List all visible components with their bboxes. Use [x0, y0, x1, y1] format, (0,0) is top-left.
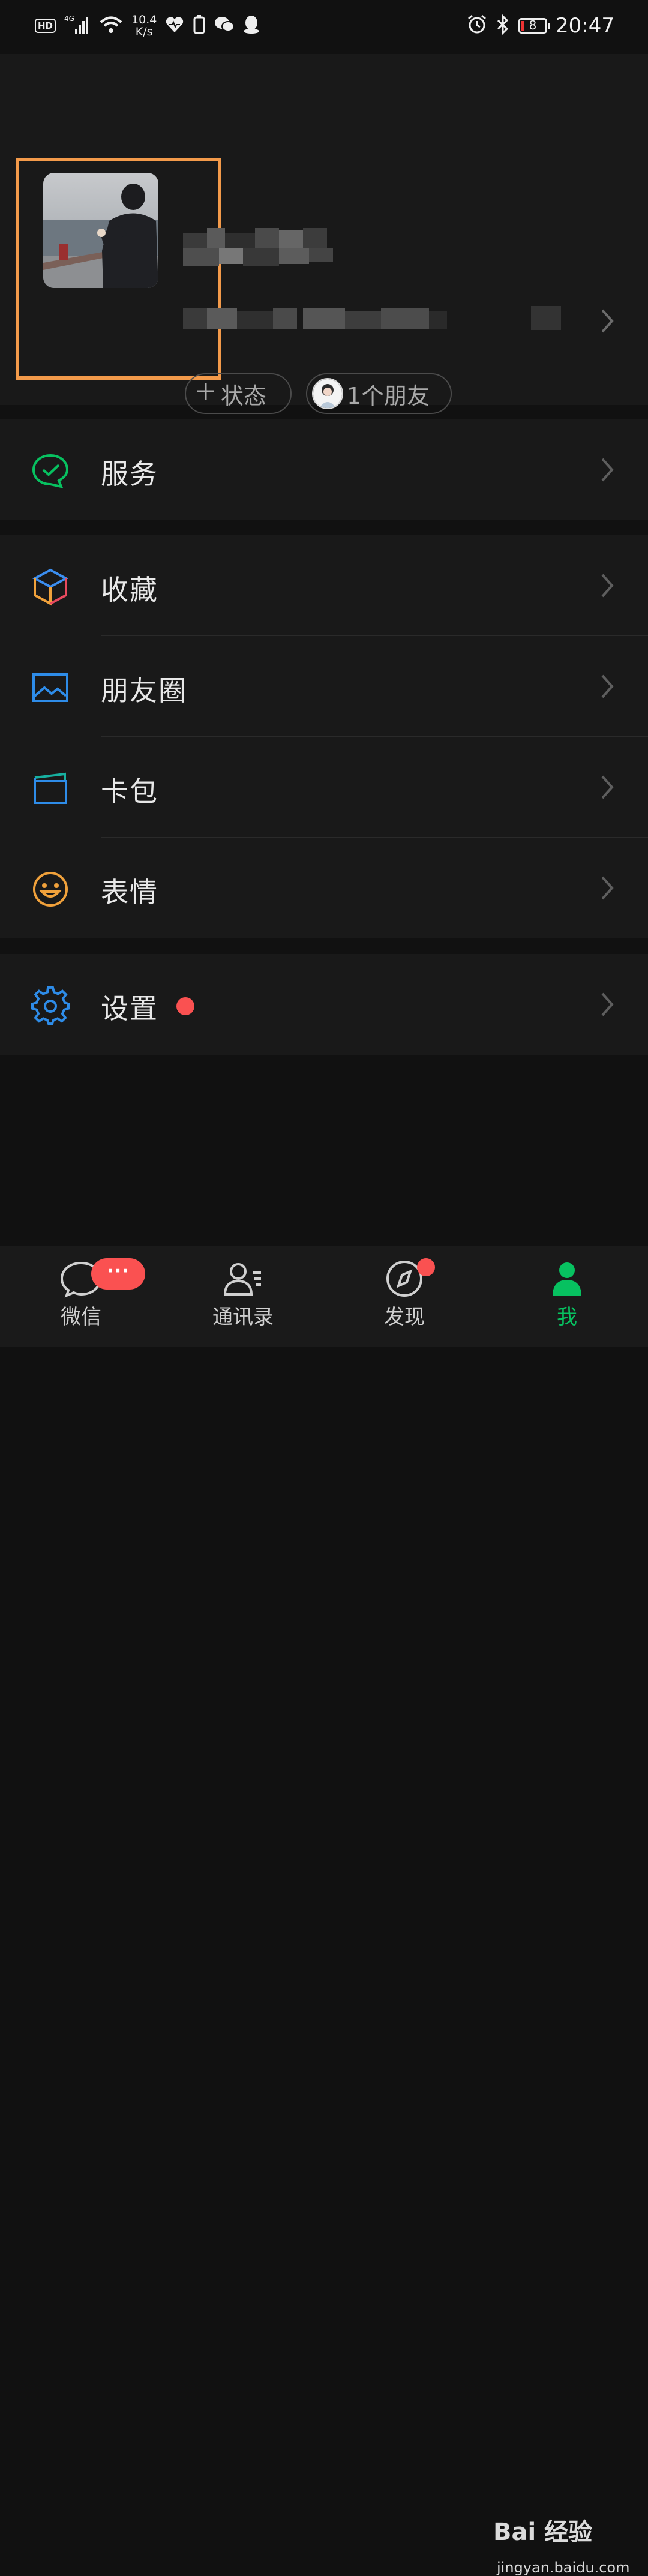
status-label: 状态	[221, 382, 267, 409]
favorites-cube-icon	[31, 568, 70, 606]
friends-status-button[interactable]: 1个朋友	[306, 373, 452, 414]
menu-label: 设置	[101, 992, 158, 1025]
gear-icon	[31, 986, 70, 1025]
settings-notification-dot	[176, 997, 194, 1015]
chevron-right-icon	[600, 991, 616, 1020]
menu-item-services[interactable]: 服务	[0, 419, 648, 520]
wechat-id-blurred	[183, 300, 567, 336]
clock: 20:47	[556, 14, 614, 38]
status-bar: HD 4G 10.4 K/s 8 20:47	[0, 0, 648, 54]
menu-item-settings[interactable]: 设置	[0, 954, 648, 1055]
chevron-right-icon	[600, 457, 616, 485]
hd-indicator: HD	[35, 19, 56, 33]
qq-icon	[243, 15, 260, 37]
chevron-right-icon	[600, 774, 616, 803]
alarm-icon	[467, 14, 487, 37]
contacts-icon	[223, 1263, 261, 1296]
menu-item-favorites[interactable]: 收藏	[0, 535, 648, 636]
tab-discover[interactable]: 发现	[356, 1259, 452, 1338]
chevron-right-icon	[600, 308, 616, 337]
tab-label: 通讯录	[212, 1305, 274, 1329]
profile-header[interactable]: 状态 1个朋友	[0, 54, 648, 414]
menu-item-cards[interactable]: 卡包	[0, 737, 648, 838]
battery-icon: 8	[518, 18, 551, 34]
services-section: 服务	[0, 419, 648, 520]
discover-notification-dot	[417, 1258, 435, 1276]
bluetooth-icon	[496, 14, 510, 37]
tab-label: 发现	[384, 1305, 425, 1329]
menu-label: 卡包	[101, 775, 158, 808]
signal-icon: 4G	[64, 14, 91, 37]
menu-label: 表情	[101, 876, 158, 908]
person-icon-active	[553, 1262, 581, 1296]
wifi-icon	[99, 14, 123, 37]
services-icon	[31, 452, 70, 490]
menu-label: 收藏	[101, 574, 158, 606]
tab-contacts[interactable]: 通讯录	[195, 1259, 291, 1338]
menu-label: 朋友圈	[101, 674, 187, 707]
chevron-right-icon	[600, 572, 616, 601]
health-icon	[165, 16, 184, 36]
watermark-url: jingyan.baidu.com	[497, 2559, 630, 2576]
chevron-right-icon	[600, 673, 616, 702]
unread-badge: ···	[91, 1258, 145, 1290]
svg-text:4G: 4G	[64, 14, 74, 23]
tab-label: 我	[557, 1305, 577, 1329]
battery-saver-icon	[193, 15, 206, 37]
friend-avatar	[312, 378, 343, 409]
baidu-watermark: Bai 经验	[493, 2518, 593, 2546]
profile-name-blurred	[183, 228, 345, 271]
wechat-notify-icon	[214, 16, 235, 36]
network-speed: 10.4 K/s	[131, 13, 157, 38]
smiley-face-icon	[31, 870, 70, 908]
features-section: 收藏 朋友圈 卡包 表情	[0, 535, 648, 938]
tab-label: 微信	[61, 1305, 101, 1329]
chevron-right-icon	[600, 875, 616, 904]
menu-item-moments[interactable]: 朋友圈	[0, 636, 648, 737]
moments-image-icon	[31, 668, 70, 707]
add-status-button[interactable]: 状态	[185, 373, 292, 414]
card-wallet-icon	[31, 769, 70, 808]
friends-label: 1个朋友	[347, 382, 430, 409]
plus-icon	[196, 380, 216, 407]
tab-me[interactable]: 我	[519, 1259, 615, 1338]
menu-label: 服务	[101, 458, 158, 490]
bottom-tab-bar: 微信 ··· 通讯录 发现 我 Bai 经验 jingyan.baidu.com	[0, 1246, 648, 2576]
menu-item-stickers[interactable]: 表情	[0, 838, 648, 938]
settings-section: 设置	[0, 954, 648, 1055]
